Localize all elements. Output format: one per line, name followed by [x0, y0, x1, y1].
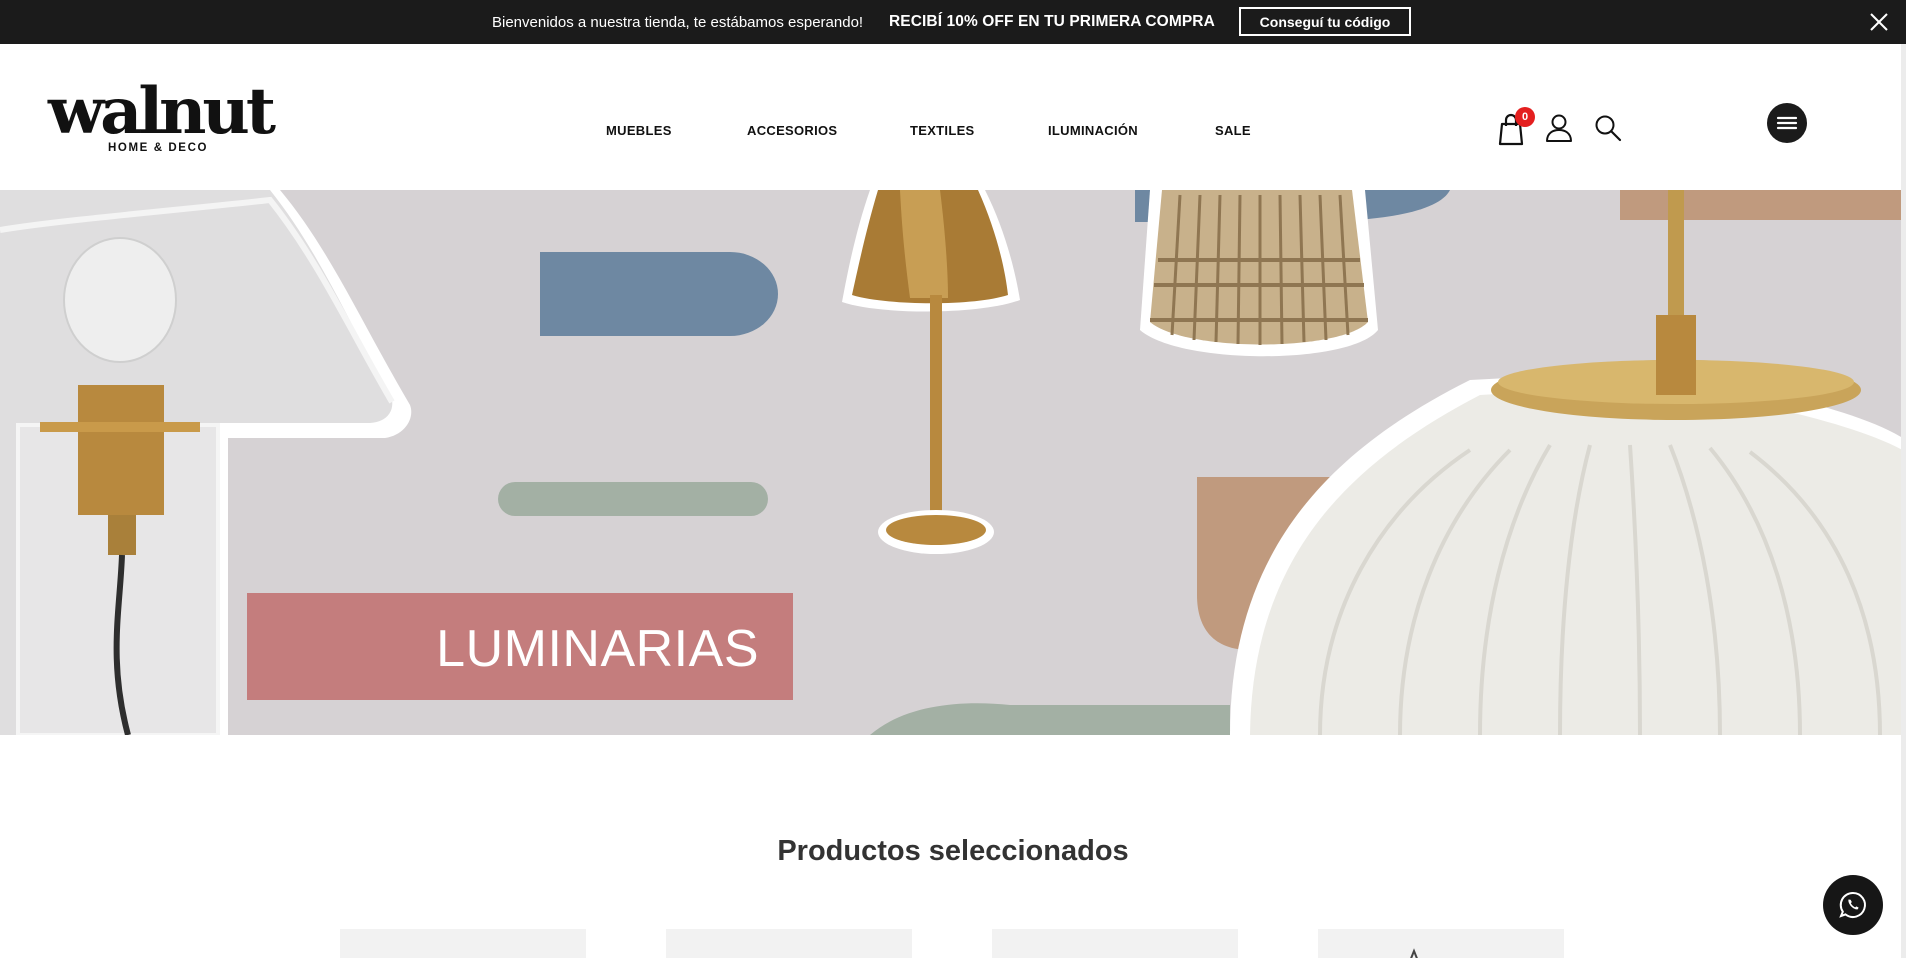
section-title: Productos seleccionados [777, 835, 1129, 867]
hero-banner[interactable]: LUMINARIAS [0, 190, 1906, 735]
announcement-bar: Bienvenidos a nuestra tienda, te estábam… [0, 0, 1906, 44]
nav-item-iluminacion[interactable]: ILUMINACIÓN [1048, 123, 1138, 138]
product-card[interactable] [340, 929, 586, 958]
cart-count-badge: 0 [1515, 107, 1535, 127]
menu-icon [1776, 116, 1798, 130]
product-card[interactable] [992, 929, 1238, 958]
product-image-icon [1410, 948, 1418, 958]
product-card[interactable] [1318, 929, 1564, 958]
welcome-text: Bienvenidos a nuestra tienda, te estábam… [492, 14, 864, 31]
whatsapp-icon [1839, 891, 1866, 918]
logo-tagline: HOME & DECO [108, 142, 209, 154]
nav-item-accesorios[interactable]: ACCESORIOS [747, 123, 837, 138]
get-code-button[interactable]: Conseguí tu código [1239, 7, 1411, 36]
menu-button[interactable] [1767, 103, 1807, 143]
whatsapp-button[interactable] [1823, 875, 1883, 935]
nav-item-muebles[interactable]: MUEBLES [606, 123, 672, 138]
search-icon[interactable] [1593, 113, 1623, 143]
user-icon[interactable] [1544, 113, 1574, 143]
promo-text: RECIBÍ 10% OFF EN TU PRIMERA COMPRA [889, 13, 1215, 30]
hero-label: LUMINARIAS [247, 593, 793, 700]
close-icon[interactable] [1868, 11, 1890, 33]
product-card[interactable] [666, 929, 912, 958]
hero-label-text: LUMINARIAS [436, 620, 759, 678]
scrollbar[interactable] [1901, 44, 1906, 958]
nav-item-sale[interactable]: SALE [1215, 123, 1251, 138]
nav-item-textiles[interactable]: TEXTILES [910, 123, 975, 138]
logo[interactable]: walnut HOME & DECO [48, 80, 276, 160]
